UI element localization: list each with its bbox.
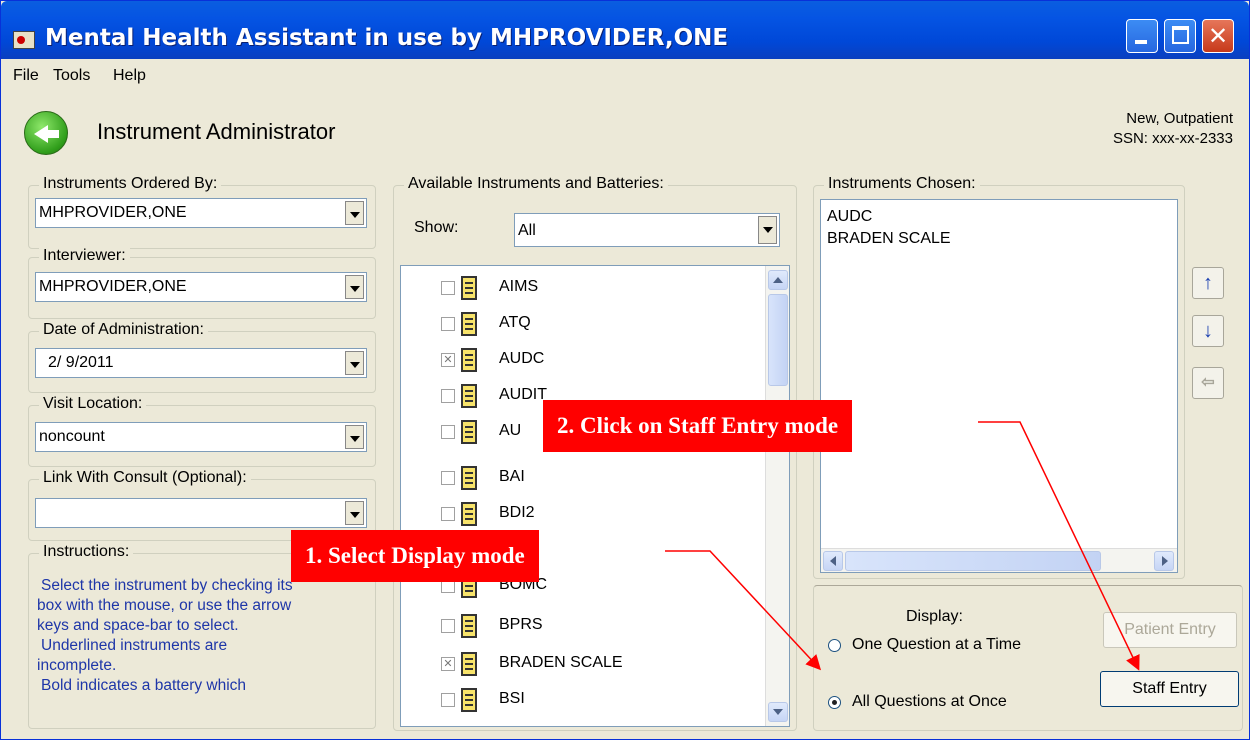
annotation-arrow	[978, 421, 1140, 671]
callout-step-1: 1. Select Display mode	[291, 530, 539, 582]
annotation-arrows	[665, 421, 1140, 671]
callout-step-2: 2. Click on Staff Entry mode	[543, 400, 853, 452]
annotation-arrow	[665, 550, 822, 671]
